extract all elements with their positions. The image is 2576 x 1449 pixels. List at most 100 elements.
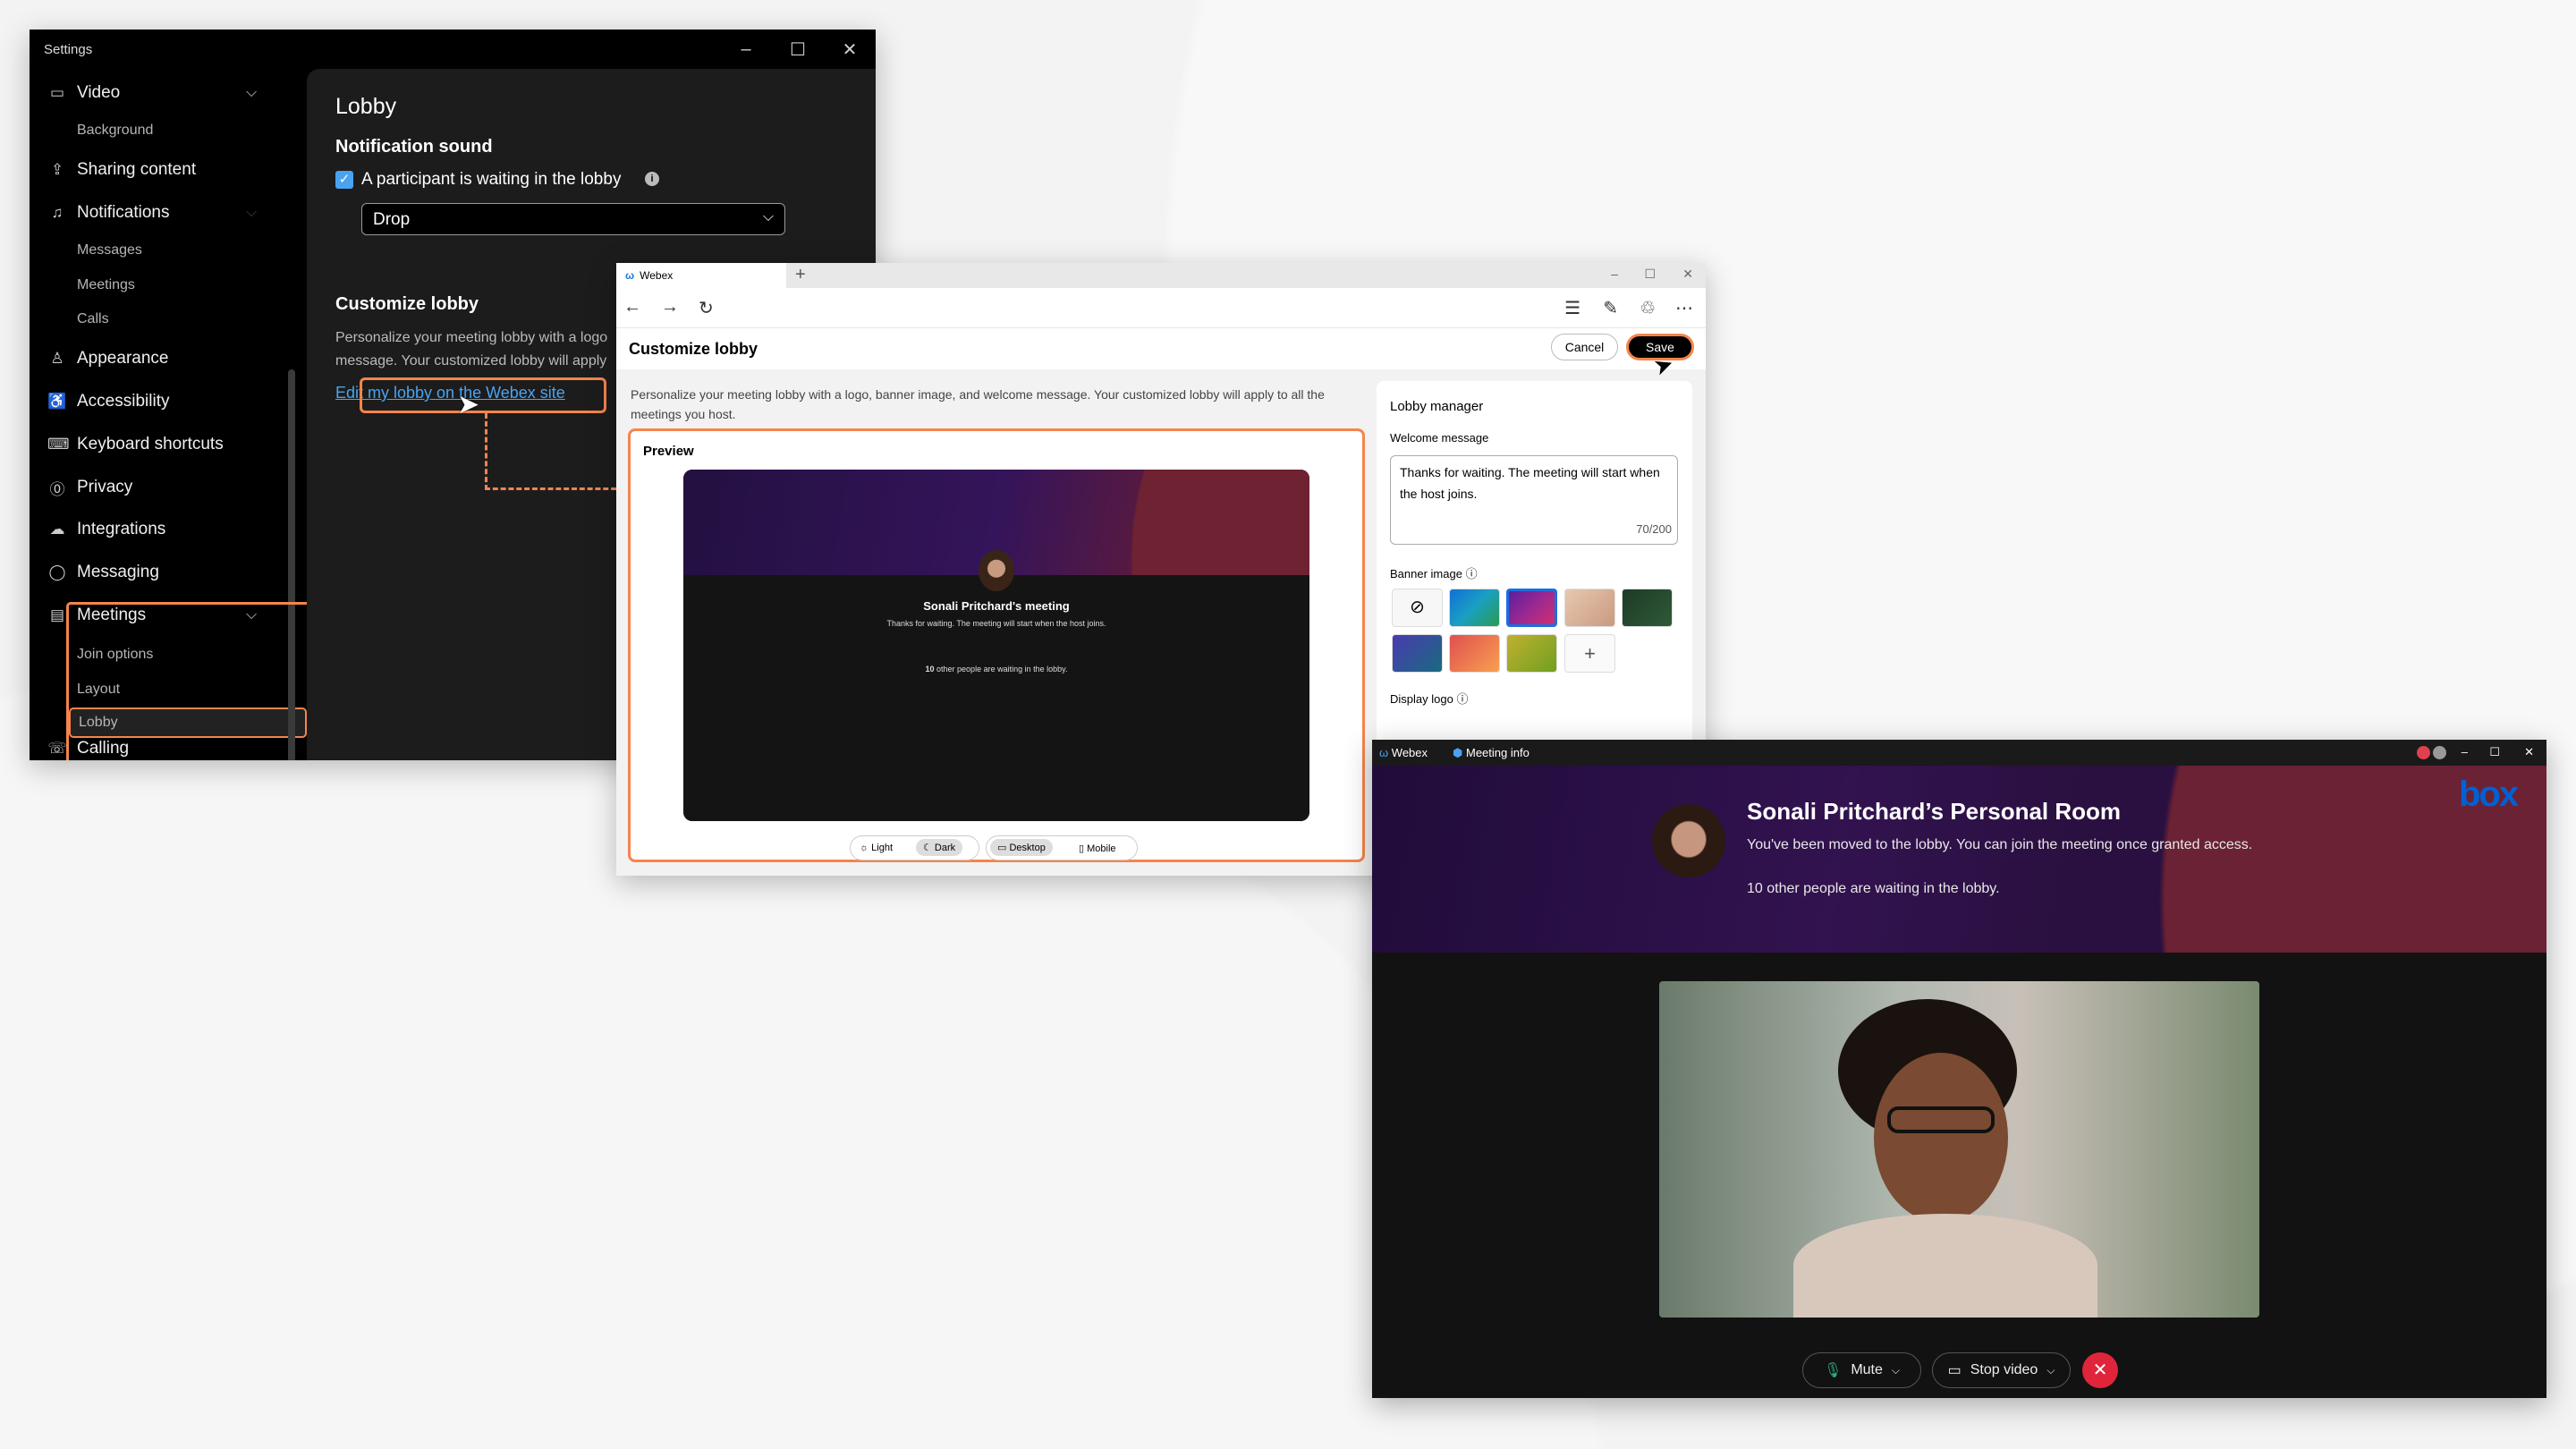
- sidebar-item[interactable]: ⌨ Keyboard shortcuts: [30, 433, 316, 456]
- lobby-status-text: You've been moved to the lobby. You can …: [1747, 837, 2253, 852]
- meeting-window: ω Webex ⬢ Meeting info – ☐ ✕ Sonali Prit…: [1372, 740, 2546, 1398]
- chevron-down-icon[interactable]: ⌵: [1892, 1364, 1900, 1377]
- webex-tab[interactable]: ω Webex: [1379, 746, 1428, 759]
- mute-button[interactable]: 🎙 Mute ⌵: [1802, 1352, 1921, 1388]
- sidebar-item[interactable]: Background: [30, 119, 316, 142]
- webex-logo-icon: ω: [1379, 746, 1389, 759]
- lobby-banner: Sonali Pritchard’s Personal Room You've …: [1372, 766, 2546, 953]
- meeting-info-tab[interactable]: ⬢ Meeting info: [1453, 746, 1530, 760]
- webex-logo-icon: ω: [625, 269, 635, 282]
- minimize-button[interactable]: –: [720, 30, 772, 69]
- lobby-notification-checkbox[interactable]: ✓: [335, 171, 353, 189]
- close-button[interactable]: ✕: [1682, 267, 1693, 282]
- more-icon[interactable]: ⋯: [1675, 297, 1693, 319]
- banner-blue[interactable]: [1392, 634, 1443, 673]
- maximize-button[interactable]: ☐: [2489, 745, 2500, 759]
- leave-meeting-button[interactable]: ✕: [2082, 1352, 2118, 1388]
- device-toggle: ▭ Desktop ▯ Mobile: [986, 835, 1138, 860]
- char-count: 70/200: [1636, 522, 1672, 536]
- share-icon: ⇪: [50, 161, 64, 178]
- cancel-button[interactable]: Cancel: [1551, 334, 1618, 360]
- sound-dropdown[interactable]: Drop ⌵: [361, 203, 785, 235]
- sidebar-item-label: Keyboard shortcuts: [77, 435, 224, 453]
- welcome-message-textarea[interactable]: Thanks for waiting. The meeting will sta…: [1390, 455, 1678, 545]
- display-logo-label: Display logo ⓘ: [1390, 690, 1468, 707]
- sidebar-item[interactable]: ♿ Accessibility: [30, 390, 316, 413]
- info-icon[interactable]: ⓘ: [1466, 567, 1478, 580]
- sidebar-item[interactable]: ♙ Appearance: [30, 347, 316, 370]
- preview-label: Preview: [643, 444, 694, 459]
- theme-dark-button[interactable]: ☾ Dark: [916, 839, 963, 856]
- page-title: Customize lobby: [629, 340, 758, 358]
- close-button[interactable]: ✕: [2524, 745, 2534, 759]
- reading-list-icon[interactable]: ☰: [1564, 297, 1580, 319]
- desktop-label: Desktop: [1009, 843, 1046, 853]
- chevron-down-icon: ⌵: [762, 209, 774, 225]
- back-icon[interactable]: ←: [623, 297, 641, 318]
- sidebar-item[interactable]: Meetings: [30, 274, 316, 297]
- sidebar-item-label: Sharing content: [77, 160, 197, 179]
- maximize-button[interactable]: ☐: [1644, 267, 1656, 282]
- section-heading: Notification sound: [335, 137, 493, 157]
- chevron-down-icon[interactable]: ⌵: [246, 205, 257, 221]
- tab-title: Webex: [640, 269, 674, 282]
- preview-welcome-text: Thanks for waiting. The meeting will sta…: [886, 619, 1106, 628]
- forward-icon[interactable]: →: [661, 297, 679, 318]
- host-avatar: [979, 550, 1014, 591]
- banner-purple-selected[interactable]: [1506, 589, 1557, 627]
- sidebar-item[interactable]: ☁ Integrations: [30, 518, 316, 541]
- info-icon[interactable]: ⓘ: [1456, 692, 1468, 706]
- description-text: message. Your customized lobby will appl…: [335, 353, 607, 369]
- waiting-text: other people are waiting in the lobby.: [934, 665, 1068, 674]
- panel-title: Lobby manager: [1390, 399, 1484, 414]
- sidebar-item[interactable]: ▭ Video ⌵: [30, 81, 316, 105]
- preview-panel: Preview Sonali Pritchard's meeting Thank…: [628, 428, 1365, 862]
- banner-green[interactable]: [1622, 589, 1673, 627]
- close-button[interactable]: ✕: [824, 30, 876, 69]
- sidebar-item-label: Video: [77, 83, 121, 102]
- welcome-label: Welcome message: [1390, 431, 1489, 445]
- banner-orange[interactable]: [1449, 634, 1500, 673]
- camera-icon: ▭: [1947, 1363, 1962, 1378]
- status-icon: [2433, 746, 2446, 759]
- meeting-titlebar: ω Webex ⬢ Meeting info – ☐ ✕: [1372, 740, 2546, 766]
- sidebar-item-label: Background: [77, 123, 154, 138]
- paint-icon: ♙: [50, 350, 64, 367]
- keyboard-icon: ⌨: [47, 436, 70, 453]
- stop-video-button[interactable]: ▭ Stop video ⌵: [1932, 1352, 2071, 1388]
- theme-toggle: ☼ Light ☾ Dark: [850, 835, 979, 860]
- preview-meeting-title: Sonali Pritchard's meeting: [923, 599, 1070, 613]
- checkbox-label: A participant is waiting in the lobby: [361, 170, 622, 189]
- new-tab-button[interactable]: +: [795, 265, 806, 285]
- dropdown-value: Drop: [373, 210, 411, 229]
- minimize-button[interactable]: –: [1611, 267, 1618, 281]
- chevron-down-icon[interactable]: ⌵: [2046, 1364, 2055, 1377]
- minimize-button[interactable]: –: [2462, 745, 2468, 758]
- sidebar-item[interactable]: ♫ Notifications ⌵: [30, 201, 316, 225]
- display-logo-text: Display logo: [1390, 692, 1453, 706]
- sidebar-item[interactable]: ⇪ Sharing content: [30, 158, 316, 182]
- theme-light-button[interactable]: ☼ Light: [860, 843, 893, 853]
- page-title: Lobby: [335, 94, 397, 119]
- banner-beige[interactable]: [1564, 589, 1615, 627]
- banner-none[interactable]: ⊘: [1392, 589, 1443, 627]
- browser-tab[interactable]: ω Webex: [616, 263, 786, 288]
- sidebar-item[interactable]: Messages: [30, 239, 316, 262]
- extensions-icon[interactable]: ♲: [1640, 297, 1656, 319]
- banner-lime[interactable]: [1506, 634, 1557, 673]
- desktop-button[interactable]: ▭ Desktop: [990, 839, 1053, 856]
- maximize-button[interactable]: ☐: [772, 30, 824, 69]
- banner-teal[interactable]: [1449, 589, 1500, 627]
- info-icon[interactable]: i: [645, 172, 659, 186]
- refresh-icon[interactable]: ↻: [699, 297, 714, 319]
- sidebar-item-label: Notifications: [77, 203, 170, 222]
- sidebar-item[interactable]: ◯ Messaging: [30, 561, 316, 584]
- sidebar-item[interactable]: Calls: [30, 308, 316, 331]
- edit-icon[interactable]: ✎: [1603, 297, 1618, 319]
- stop-video-label: Stop video: [1970, 1362, 2038, 1377]
- mobile-button[interactable]: ▯ Mobile: [1079, 843, 1116, 854]
- meeting-info-label: Meeting info: [1465, 746, 1530, 759]
- chevron-down-icon[interactable]: ⌵: [246, 85, 257, 101]
- add-banner-button[interactable]: +: [1564, 634, 1615, 673]
- sidebar-item[interactable]: ⓪ Privacy: [30, 476, 316, 499]
